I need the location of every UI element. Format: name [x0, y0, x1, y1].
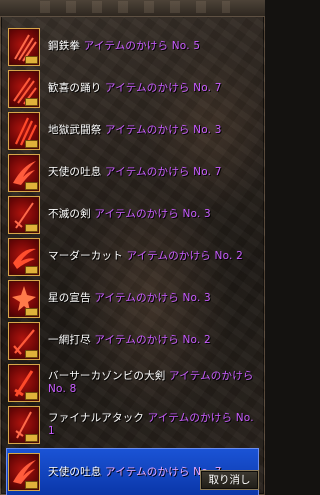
list-item[interactable]: 地獄武闘祭 アイテムのかけら No. 3 — [6, 110, 259, 151]
crimson-wing-icon — [8, 153, 40, 192]
crimson-wing-icon — [8, 453, 40, 491]
list-item[interactable]: バーサーカゾンビの大剣 アイテムのかけら No. 8 — [6, 362, 259, 403]
item-name: ファイナルアタック — [48, 411, 145, 424]
item-fragment-label: アイテムのかけら No. 3 — [105, 124, 222, 136]
item-list[interactable]: 鋼鉄拳 アイテムのかけら No. 5 歓喜の踊り アイテムのかけら No. 7 … — [6, 26, 259, 495]
item-fragment-label: アイテムのかけら No. 3 — [94, 292, 211, 304]
list-item[interactable]: 一網打尽 アイテムのかけら No. 2 — [6, 320, 259, 361]
list-item[interactable]: ファイナルアタック アイテムのかけら No. 1 — [6, 404, 259, 445]
item-name: マーダーカット — [48, 250, 123, 262]
crimson-sword-icon — [8, 363, 40, 402]
item-fragment-label: アイテムのかけら No. 2 — [126, 250, 243, 262]
item-fragment-label: アイテムのかけら No. 5 — [83, 40, 201, 52]
crimson-sword-icon — [8, 195, 40, 234]
item-name: 地獄武闘祭 — [48, 124, 102, 136]
list-item[interactable]: 不滅の剣 アイテムのかけら No. 3 — [6, 194, 259, 235]
item-fragment-label: アイテムのかけら No. 3 — [94, 208, 211, 220]
cancel-button[interactable]: 取り消し — [200, 470, 259, 490]
item-name: 天使の吐息 — [48, 166, 102, 178]
list-item[interactable]: 歓喜の踊り アイテムのかけら No. 7 — [6, 68, 259, 109]
list-item[interactable]: 鋼鉄拳 アイテムのかけら No. 5 — [6, 26, 259, 67]
crimson-claw-icon — [8, 27, 40, 66]
item-name: 不滅の剣 — [48, 208, 91, 220]
crimson-star-icon — [8, 279, 40, 318]
item-fragment-label: アイテムのかけら No. 7 — [105, 166, 222, 178]
item-fragment-label: アイテムのかけら No. 2 — [94, 334, 211, 346]
list-item[interactable]: 星の宣告 アイテムのかけら No. 3 — [6, 278, 259, 319]
item-name: 鋼鉄拳 — [48, 40, 81, 52]
item-name: 天使の吐息 — [48, 465, 102, 478]
item-fragment-window: 鋼鉄拳 アイテムのかけら No. 5 歓喜の踊り アイテムのかけら No. 7 … — [0, 0, 265, 495]
item-name: バーサーカゾンビの大剣 — [48, 369, 166, 382]
list-item[interactable]: 天使の吐息 アイテムのかけら No. 7 — [6, 152, 259, 193]
item-name: 一網打尽 — [48, 334, 91, 346]
crimson-blade-icon — [8, 237, 40, 276]
crimson-sword-icon — [8, 405, 40, 444]
item-name: 星の宣告 — [48, 292, 91, 304]
item-name: 歓喜の踊り — [48, 82, 102, 94]
item-fragment-label: アイテムのかけら No. 7 — [105, 82, 222, 94]
crimson-sword-icon — [8, 321, 40, 360]
window-top-border — [0, 0, 265, 17]
crimson-claw-icon — [8, 69, 40, 108]
list-item[interactable]: マーダーカット アイテムのかけら No. 2 — [6, 236, 259, 277]
crimson-claw-icon — [8, 111, 40, 150]
